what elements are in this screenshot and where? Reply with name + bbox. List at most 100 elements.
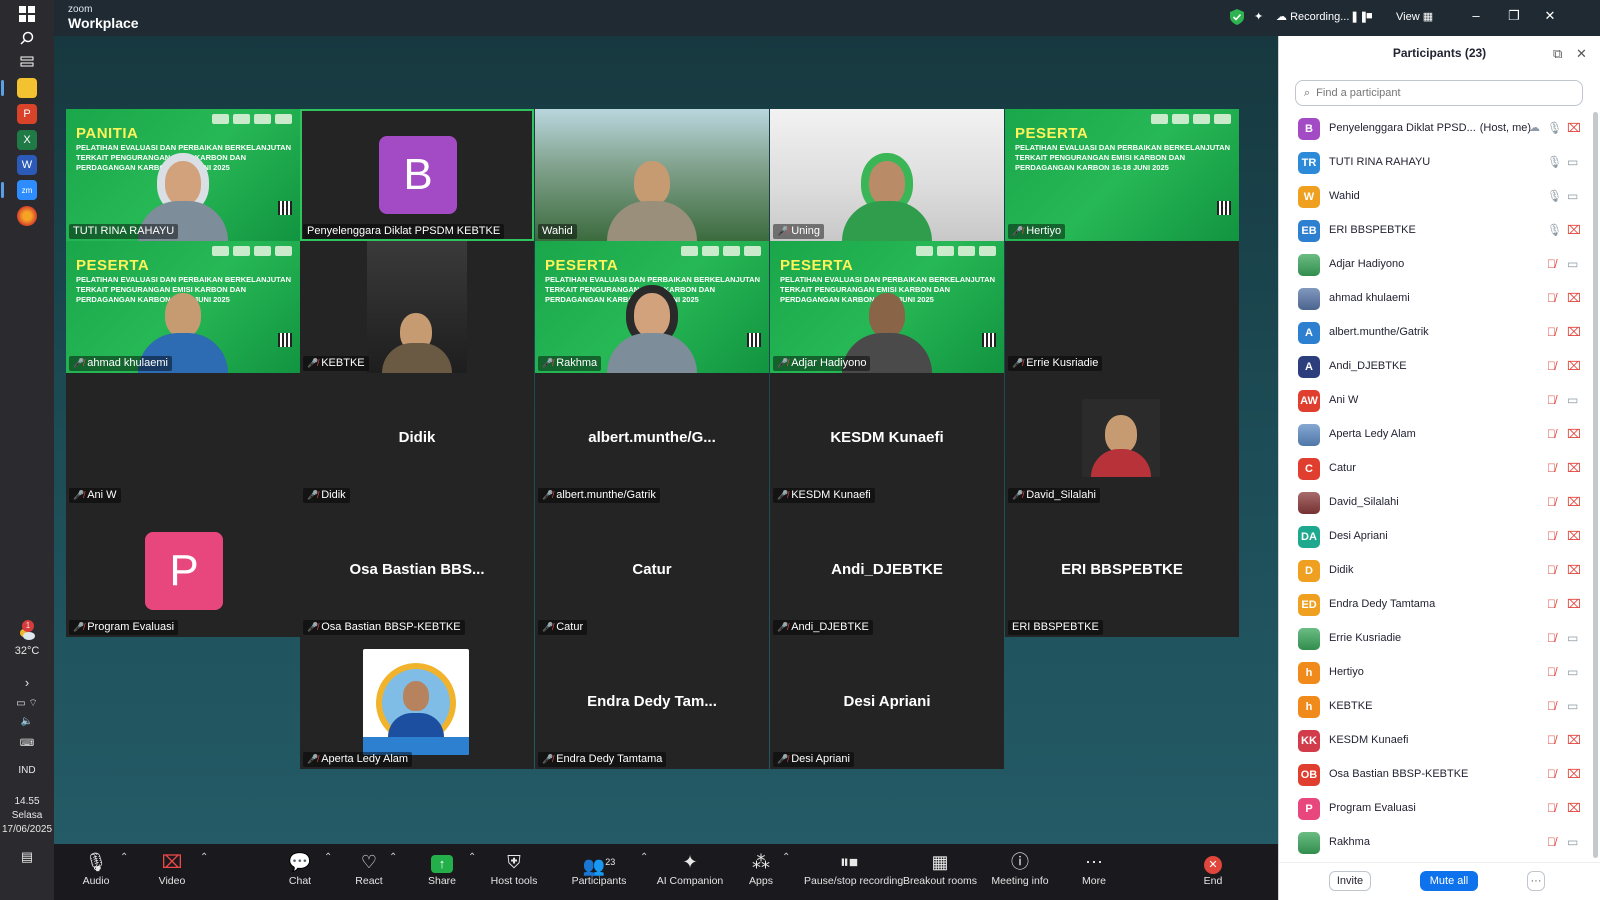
participant-row[interactable]: EB ERI BBSPEBTKE 🎙︎ ⌧ xyxy=(1279,214,1600,248)
clock-date[interactable]: 17/06/2025 xyxy=(0,823,54,837)
close-panel-icon[interactable]: ✕ xyxy=(1576,46,1587,62)
video-tile-albert[interactable]: albert.munthe/G... 🎤̸ albert.munthe/Gatri… xyxy=(535,373,769,505)
ai-companion-button[interactable]: ✦ AI Companion xyxy=(650,850,730,887)
participant-row[interactable]: P Program Evaluasi 🎙̸ ⌧ xyxy=(1279,792,1600,826)
microphone-icon[interactable]: 🎙︎ xyxy=(1547,223,1562,237)
search-input[interactable] xyxy=(1316,87,1557,99)
microphone-muted-icon[interactable]: 🎙̸ xyxy=(1547,733,1556,747)
video-off-icon[interactable]: ⌧ xyxy=(1567,563,1581,577)
audio-caret-icon[interactable]: ⌃ xyxy=(120,852,128,863)
task-view-icon[interactable] xyxy=(17,52,37,72)
video-tile-errie[interactable]: 🎤̸ Errie Kusriadie xyxy=(1005,241,1239,373)
video-camera-icon[interactable]: ▭ xyxy=(1567,155,1578,169)
video-off-icon[interactable]: ⌧ xyxy=(1567,223,1581,237)
video-tile-osa[interactable]: Osa Bastian BBS... 🎤̸ Osa Bastian BBSP-KE… xyxy=(300,505,534,637)
participant-search[interactable]: ⌕ xyxy=(1295,80,1583,106)
microphone-muted-icon[interactable]: 🎙̸ xyxy=(1547,359,1556,373)
invite-button[interactable]: Invite xyxy=(1329,871,1371,891)
clock-day[interactable]: Selasa xyxy=(0,809,54,823)
video-off-icon[interactable]: ⌧ xyxy=(1567,359,1581,373)
participant-row[interactable]: D Didik 🎙̸ ⌧ xyxy=(1279,554,1600,588)
microphone-muted-icon[interactable]: 🎙̸ xyxy=(1547,835,1556,849)
video-tile-program-evaluasi[interactable]: P 🎤̸ Program Evaluasi xyxy=(66,505,300,637)
video-camera-icon[interactable]: ▭ xyxy=(1567,631,1578,645)
video-tile-tuti[interactable]: PANITIA PELATIHAN EVALUASI DAN PERBAIKAN… xyxy=(66,109,300,241)
participant-row[interactable]: C Catur 🎙̸ ⌧ xyxy=(1279,452,1600,486)
participant-row[interactable]: KK KESDM Kunaefi 🎙̸ ⌧ xyxy=(1279,724,1600,758)
participant-row[interactable]: W Wahid 🎙︎ ▭ xyxy=(1279,180,1600,214)
react-caret-icon[interactable]: ⌃ xyxy=(389,852,397,863)
video-camera-icon[interactable]: ▭ xyxy=(1567,257,1578,271)
video-tile-didik[interactable]: Didik 🎤̸ Didik xyxy=(300,373,534,505)
video-off-icon[interactable]: ⌧ xyxy=(1567,801,1581,815)
video-off-icon[interactable]: ⌧ xyxy=(1567,427,1581,441)
video-camera-icon[interactable]: ▭ xyxy=(1567,835,1578,849)
participant-row[interactable]: A Andi_DJEBTKE 🎙̸ ⌧ xyxy=(1279,350,1600,384)
video-caret-icon[interactable]: ⌃ xyxy=(200,852,208,863)
participant-row[interactable]: OB Osa Bastian BBSP-KEBTKE 🎙̸ ⌧ xyxy=(1279,758,1600,792)
video-tile-hertiyo[interactable]: PESERTA PELATIHAN EVALUASI DAN PERBAIKAN… xyxy=(1005,109,1239,241)
word-icon[interactable]: W xyxy=(17,155,37,175)
minimize-icon[interactable]: – xyxy=(1466,8,1486,26)
microphone-muted-icon[interactable]: 🎙̸ xyxy=(1547,631,1556,645)
shield-check-icon[interactable] xyxy=(1230,9,1244,28)
microphone-icon[interactable]: 🎙︎ xyxy=(1547,155,1562,169)
popout-icon[interactable]: ⧉ xyxy=(1553,46,1562,62)
video-camera-icon[interactable]: ▭ xyxy=(1567,665,1578,679)
participant-row[interactable]: h KEBTKE 🎙̸ ▭ xyxy=(1279,690,1600,724)
participant-row[interactable]: DA Desi Apriani 🎙̸ ⌧ xyxy=(1279,520,1600,554)
breakout-rooms-button[interactable]: ▦ Breakout rooms xyxy=(900,850,980,887)
video-off-icon[interactable]: ⌧ xyxy=(1567,495,1581,509)
participant-row[interactable]: B Penyelenggara Diklat PPSD... (Host, me) ☁… xyxy=(1279,112,1600,146)
close-icon[interactable]: ✕ xyxy=(1540,8,1560,26)
notification-icon[interactable]: ▤ xyxy=(0,850,54,864)
video-off-icon[interactable]: ⌧ xyxy=(1567,121,1581,135)
microphone-muted-icon[interactable]: 🎙̸ xyxy=(1547,325,1556,339)
video-tile-david[interactable]: 🎤̸ David_Silalahi xyxy=(1005,373,1239,505)
video-off-icon[interactable]: ⌧ xyxy=(1567,325,1581,339)
microphone-muted-icon[interactable]: 🎙̸ xyxy=(1547,665,1556,679)
video-tile-catur[interactable]: Catur 🎤̸ Catur xyxy=(535,505,769,637)
video-tile-kesdm[interactable]: KESDM Kunaefi 🎤̸ KESDM Kunaefi xyxy=(770,373,1004,505)
participant-row[interactable]: h Hertiyo 🎙̸ ▭ xyxy=(1279,656,1600,690)
microphone-muted-icon[interactable]: 🎙̸ xyxy=(1547,597,1556,611)
microphone-muted-icon[interactable]: 🎙̸ xyxy=(1547,563,1556,577)
sparkle-icon[interactable]: ✦ xyxy=(1254,10,1263,23)
video-camera-icon[interactable]: ▭ xyxy=(1567,189,1578,203)
video-off-icon[interactable]: ⌧ xyxy=(1567,767,1581,781)
microphone-muted-icon[interactable]: 🎙̸ xyxy=(1547,801,1556,815)
participant-row[interactable]: AW Ani W 🎙̸ ▭ xyxy=(1279,384,1600,418)
keyboard-icon[interactable]: ⌨ xyxy=(0,737,54,751)
microphone-muted-icon[interactable]: 🎙̸ xyxy=(1547,529,1556,543)
restore-icon[interactable]: ❐ xyxy=(1504,8,1524,26)
video-off-icon[interactable]: ⌧ xyxy=(1567,529,1581,543)
view-button[interactable]: View ▦ xyxy=(1396,10,1433,23)
search-icon[interactable] xyxy=(17,28,37,48)
participant-row[interactable]: Aperta Ledy Alam 🎙̸ ⌧ xyxy=(1279,418,1600,452)
mute-all-button[interactable]: Mute all xyxy=(1420,871,1478,891)
video-tile-eri[interactable]: ERI BBSPEBTKE ERI BBSPEBTKE xyxy=(1005,505,1239,637)
video-tile-kebtke[interactable]: 🎤̸ KEBTKE xyxy=(300,241,534,373)
windows-start-icon[interactable] xyxy=(17,4,37,24)
microphone-muted-icon[interactable]: 🎙̸ xyxy=(1547,427,1556,441)
microphone-muted-icon[interactable]: 🎙̸ xyxy=(1547,393,1556,407)
more-options-button[interactable]: ··· xyxy=(1527,871,1545,891)
video-tile-uning[interactable]: 🎤̸ Uning xyxy=(770,109,1004,241)
volume-icon[interactable]: 🔈 xyxy=(0,715,54,729)
language-indicator[interactable]: IND xyxy=(0,764,54,778)
recording-indicator[interactable]: ☁ Recording... xyxy=(1276,10,1349,23)
video-tile-ani[interactable]: 🎤̸ Ani W xyxy=(66,373,300,505)
more-button[interactable]: ⋯ More xyxy=(1054,850,1134,887)
apps-caret-icon[interactable]: ⌃ xyxy=(782,852,790,863)
participant-row[interactable]: Aalbert.munthe/Gatrik 🎙̸ ⌧ xyxy=(1279,316,1600,350)
video-tile-desi[interactable]: Desi Apriani 🎤̸ Desi Apriani xyxy=(770,637,1004,769)
video-camera-icon[interactable]: ▭ xyxy=(1567,699,1578,713)
zoom-app-icon[interactable]: zm xyxy=(17,180,37,200)
host-tools-button[interactable]: ⛨ Host tools xyxy=(474,850,554,887)
video-off-icon[interactable]: ⌧ xyxy=(1567,461,1581,475)
video-off-icon[interactable]: ⌧ xyxy=(1567,733,1581,747)
video-off-icon[interactable]: ⌧ xyxy=(1567,291,1581,305)
video-tile-host[interactable]: B Penyelenggara Diklat PPSDM KEBTKE xyxy=(300,109,534,241)
video-off-icon[interactable]: ⌧ xyxy=(1567,597,1581,611)
scrollbar[interactable] xyxy=(1593,112,1598,858)
